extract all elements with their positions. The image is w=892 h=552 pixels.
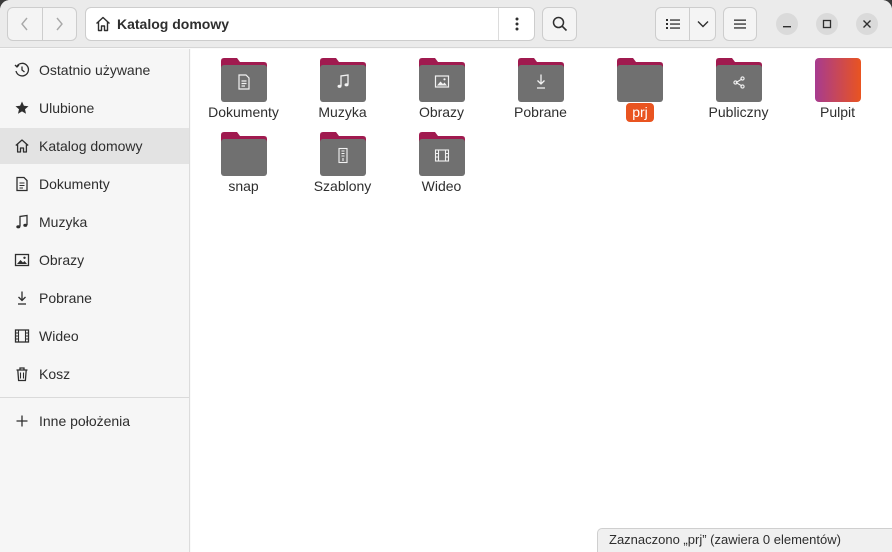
sidebar-item-recent[interactable]: Ostatnio używane [0,52,189,88]
folder-item-templates[interactable]: Szablony [293,124,392,196]
star-icon [14,100,30,116]
main-menu-button[interactable] [723,7,757,41]
file-view[interactable]: Dokumenty Muzyka Obrazy Pobrane prj Publ… [191,49,892,552]
sidebar-item-documents[interactable]: Dokumenty [0,166,189,202]
file-name-selected: prj [626,103,654,122]
sidebar-item-label: Katalog domowy [39,138,143,154]
hamburger-icon [734,19,746,29]
file-name: Wideo [421,178,462,194]
search-button[interactable] [542,7,577,41]
folder-icon [716,58,762,102]
navigation-buttons [7,7,77,41]
folder-icon [617,58,663,102]
search-icon [552,16,567,32]
minimize-icon [783,26,791,28]
vertical-dots-icon [515,17,518,31]
maximize-icon [822,19,832,29]
folder-item-videos[interactable]: Wideo [392,124,491,196]
close-button[interactable] [856,13,878,35]
chevron-right-icon [56,17,64,31]
sidebar-item-label: Obrazy [39,252,85,268]
folder-item-public[interactable]: Publiczny [689,50,788,122]
sidebar: Ostatnio używane Ulubione Katalog domowy… [0,49,190,552]
plus-icon [14,413,30,429]
file-name: Muzyka [318,104,367,120]
folder-icon [419,58,465,102]
folder-icon [419,132,465,176]
sidebar-item-label: Pobrane [39,290,92,306]
folder-item-documents[interactable]: Dokumenty [194,50,293,122]
video-icon [14,328,30,344]
download-icon [14,290,30,306]
sidebar-item-starred[interactable]: Ulubione [0,90,189,126]
file-name: snap [228,178,259,194]
header-bar: Katalog domowy [0,0,892,48]
file-name: Pulpit [819,104,856,120]
sidebar-item-label: Dokumenty [39,176,110,192]
home-icon [96,16,110,32]
image-icon [14,252,30,268]
sidebar-separator [0,397,189,398]
folder-item-music[interactable]: Muzyka [293,50,392,122]
sidebar-item-downloads[interactable]: Pobrane [0,280,189,316]
close-icon [863,20,871,28]
desktop-folder-icon [815,58,861,102]
path-bar[interactable]: Katalog domowy [85,7,535,41]
file-name: Pobrane [514,104,567,120]
folder-item-prj[interactable]: prj [590,50,689,122]
music-icon [14,214,30,230]
home-icon [14,138,30,154]
sidebar-item-trash[interactable]: Kosz [0,356,189,392]
chevron-down-icon [697,21,709,28]
status-bar: Zaznaczono „prj” (zawiera 0 elementów) [597,528,892,552]
folder-icon [320,132,366,176]
file-name: Szablony [313,178,372,194]
file-manager-window: Katalog domowy Ostatnio używane Ulubione… [0,0,892,552]
sidebar-item-other-locations[interactable]: Inne położenia [0,403,189,439]
sidebar-item-music[interactable]: Muzyka [0,204,189,240]
trash-icon [14,366,30,382]
sidebar-item-label: Wideo [39,328,79,344]
sidebar-item-home[interactable]: Katalog domowy [0,128,189,164]
folder-icon [221,132,267,176]
sidebar-item-label: Muzyka [39,214,88,230]
folder-item-downloads[interactable]: Pobrane [491,50,590,122]
folder-item-pictures[interactable]: Obrazy [392,50,491,122]
path-menu-button[interactable] [498,8,534,40]
sidebar-item-label: Ostatnio używane [39,62,151,78]
back-button[interactable] [8,8,42,40]
maximize-button[interactable] [816,13,838,35]
path-title: Katalog domowy [117,16,230,32]
minimize-button[interactable] [776,13,798,35]
folder-icon [320,58,366,102]
sidebar-item-label: Kosz [39,366,71,382]
chevron-left-icon [21,17,28,31]
folder-item-desktop[interactable]: Pulpit [788,50,887,122]
list-view-button[interactable] [656,8,689,40]
folder-item-snap[interactable]: snap [194,124,293,196]
sidebar-item-videos[interactable]: Wideo [0,318,189,354]
folder-icon [221,58,267,102]
file-name: Publiczny [708,104,769,120]
clock-icon [14,62,30,78]
forward-button[interactable] [41,8,76,40]
document-icon [14,176,30,192]
sidebar-item-label: Inne położenia [39,413,131,429]
folder-icon [518,58,564,102]
sidebar-item-label: Ulubione [39,100,95,116]
view-options [655,7,716,41]
list-view-icon [665,19,680,29]
file-name: Dokumenty [208,104,279,120]
view-dropdown-button[interactable] [689,8,715,40]
file-name: Obrazy [418,104,465,120]
sidebar-item-pictures[interactable]: Obrazy [0,242,189,278]
